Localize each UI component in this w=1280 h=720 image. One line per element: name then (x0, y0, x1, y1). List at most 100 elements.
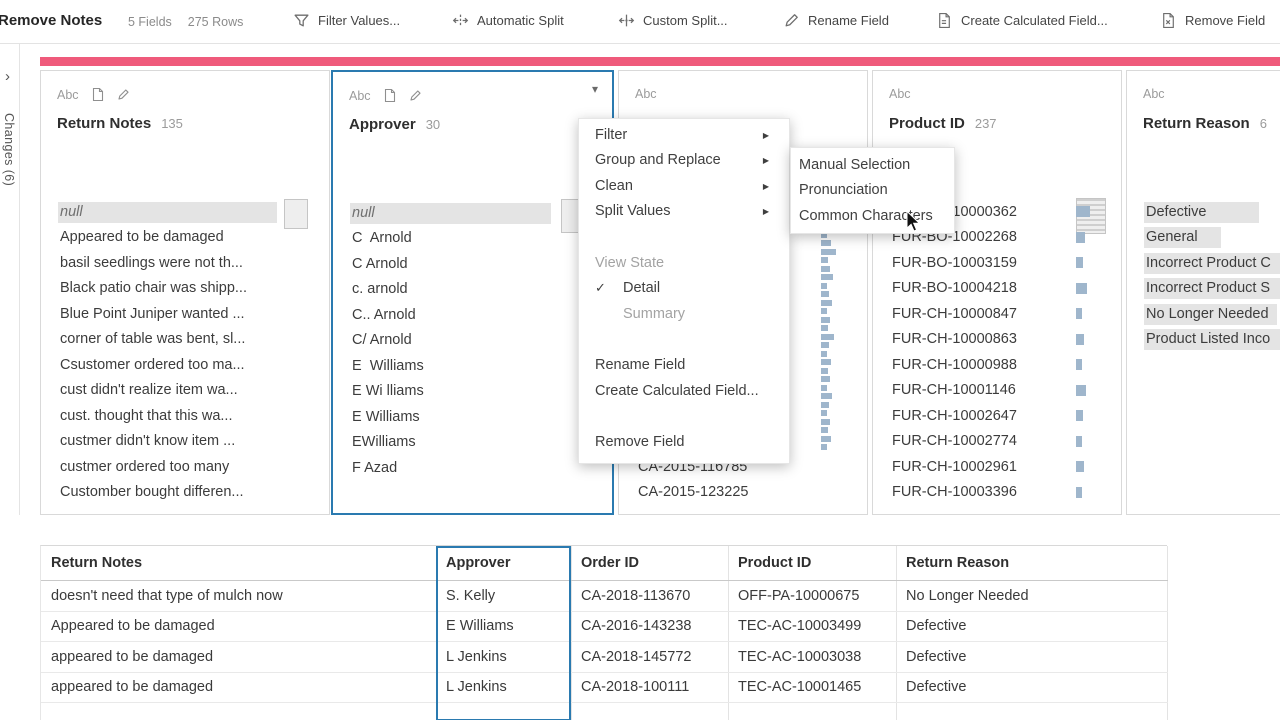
field-value-row[interactable]: basil seedlings were not th... (41, 250, 329, 276)
field-value-row[interactable]: Incorrect Product S (1127, 276, 1280, 302)
menu-item-create-calculated-field[interactable]: Create Calculated Field... (579, 378, 789, 404)
grid-cell[interactable]: CA-2018-100111 (571, 673, 728, 703)
field-value-row[interactable]: custmer ordered too many (41, 454, 329, 480)
field-value-row[interactable]: Appeared to be damaged (41, 225, 329, 251)
grid-header-product-id[interactable]: Product ID (728, 546, 896, 580)
toolbar-button-automatic-split[interactable]: Automatic Split (452, 12, 564, 29)
grid-cell[interactable]: TEC-AC-10003038 (728, 642, 896, 672)
grid-cell[interactable]: CA-2018-113670 (571, 581, 728, 611)
field-value-row[interactable]: corner of table was bent, sl... (41, 327, 329, 353)
field-value-row[interactable]: FUR-CH-10001146 (873, 378, 1121, 404)
field-value-row[interactable]: Defective (1127, 199, 1280, 225)
grid-cell[interactable]: CA-2018-145772 (571, 642, 728, 672)
menu-item-view-state: View State (579, 250, 789, 276)
toolbar-button-filter-values[interactable]: Filter Values... (293, 12, 400, 29)
grid-cell[interactable]: doesn't need that type of mulch now (41, 581, 436, 611)
field-value-row[interactable]: Black patio chair was shipp... (41, 276, 329, 302)
expand-chevron-icon[interactable]: › (0, 44, 19, 85)
field-value-row[interactable]: FUR-CH-10000863 (873, 327, 1121, 353)
edit-pencil-icon[interactable] (117, 87, 131, 102)
value-text: custmer ordered too many (58, 459, 229, 475)
field-value-row[interactable]: E Williams (333, 353, 612, 379)
field-value-row[interactable]: FUR-CH-10000847 (873, 301, 1121, 327)
menu-item-split-values[interactable]: Split Values▶ (579, 199, 789, 225)
field-value-row[interactable]: CA-2015-123225 (619, 480, 867, 506)
field-value-row[interactable]: c. arnold (333, 277, 612, 303)
menu-item-clean[interactable]: Clean▶ (579, 173, 789, 199)
field-value-row[interactable]: FUR-CH-10000988 (873, 352, 1121, 378)
menu-item-rename-field[interactable]: Rename Field (579, 353, 789, 379)
field-value-row[interactable]: E Wi lliams (333, 379, 612, 405)
menu-item-remove-field[interactable]: Remove Field (579, 430, 789, 456)
grid-cell[interactable]: TEC-AC-10001465 (728, 673, 896, 703)
field-value-row[interactable]: E Williams (333, 404, 612, 430)
submenu-item-manual-selection[interactable]: Manual Selection (791, 152, 954, 178)
grid-cell[interactable]: L Jenkins (436, 673, 571, 703)
grid-header-order-id[interactable]: Order ID (571, 546, 728, 580)
grid-header-return-notes[interactable]: Return Notes (41, 546, 436, 580)
grid-cell[interactable]: Appeared to be damaged (41, 612, 436, 642)
field-value-row[interactable]: General (1127, 225, 1280, 251)
field-value-row[interactable]: Product Listed Inco (1127, 327, 1280, 353)
profile-card-return-reason[interactable]: AbcReturn Reason6DefectiveGeneralIncorre… (1126, 70, 1280, 515)
field-value-row[interactable]: FUR-CH-10002774 (873, 429, 1121, 455)
file-icon[interactable] (383, 88, 397, 103)
grid-cell[interactable]: CA-2016-143238 (571, 612, 728, 642)
grid-cell[interactable]: appeared to be damaged (41, 673, 436, 703)
toolbar-button-remove-field[interactable]: Remove Field (1160, 12, 1265, 29)
menu-item-detail[interactable]: ✓Detail (579, 276, 789, 302)
grid-header-return-reason[interactable]: Return Reason (896, 546, 1168, 580)
grid-cell[interactable]: appeared to be damaged (41, 642, 436, 672)
toolbar-button-rename-field[interactable]: Rename Field (783, 12, 889, 29)
field-value-row[interactable]: No Longer Needed (1127, 301, 1280, 327)
field-value-row[interactable]: null (333, 200, 612, 226)
grid-cell[interactable]: Defective (896, 642, 1168, 672)
changes-tab[interactable]: Changes (6) (2, 113, 16, 186)
grid-cell[interactable]: OFF-PA-10000675 (728, 581, 896, 611)
grid-cell[interactable]: S. Kelly (436, 581, 571, 611)
field-value-row[interactable]: FUR-CH-10003396 (873, 480, 1121, 506)
field-value-row[interactable]: Blue Point Juniper wanted ... (41, 301, 329, 327)
profile-card-product-id[interactable]: AbcProduct ID237FUR-BO-10000362FUR-BO-10… (872, 70, 1122, 515)
profile-card-return-notes[interactable]: AbcReturn Notes135nullAppeared to be dam… (40, 70, 330, 515)
field-value-row[interactable]: Customber bought differen... (41, 480, 329, 506)
field-value-row[interactable]: FUR-BO-10003159 (873, 250, 1121, 276)
field-value-row[interactable]: Incorrect Product C (1127, 250, 1280, 276)
grid-cell[interactable]: L Jenkins (436, 642, 571, 672)
grid-cell[interactable]: E Williams (436, 612, 571, 642)
field-value-row[interactable]: EWilliams (333, 430, 612, 456)
menu-item-summary[interactable]: Summary (579, 301, 789, 327)
edit-pencil-icon[interactable] (409, 88, 423, 103)
grid-cell[interactable]: Defective (896, 673, 1168, 703)
field-value-row[interactable]: null (41, 199, 329, 225)
field-value-row[interactable]: FUR-BO-10004218 (873, 276, 1121, 302)
field-menu-caret-icon[interactable]: ▾ (592, 82, 598, 96)
value-text: C/ Arnold (350, 332, 412, 348)
grid-cell[interactable]: TEC-AC-10003499 (728, 612, 896, 642)
field-value-row[interactable]: cust. thought that this wa... (41, 403, 329, 429)
field-value-row[interactable]: cust didn't realize item wa... (41, 378, 329, 404)
field-value-row[interactable]: Csustomer ordered too ma... (41, 352, 329, 378)
field-value-row[interactable]: custmer didn't know item ... (41, 429, 329, 455)
grid-cell[interactable]: No Longer Needed (896, 581, 1168, 611)
field-value-row[interactable]: C.. Arnold (333, 302, 612, 328)
submenu-arrow-icon: ▶ (763, 182, 769, 191)
field-value-row[interactable]: C Arnold (333, 251, 612, 277)
grid-header-approver[interactable]: Approver (436, 546, 571, 580)
field-value-row[interactable]: C/ Arnold (333, 328, 612, 354)
toolbar-button-custom-split[interactable]: Custom Split... (618, 12, 728, 29)
field-value-row[interactable]: F Azad (333, 455, 612, 481)
toolbar-button-create-calculated-field[interactable]: Create Calculated Field... (936, 12, 1108, 29)
menu-item-group-and-replace[interactable]: Group and Replace▶ (579, 148, 789, 174)
submenu-arrow-icon: ▶ (763, 207, 769, 216)
submenu-item-pronunciation[interactable]: Pronunciation (791, 178, 954, 204)
field-value-row[interactable]: C Arnold (333, 226, 612, 252)
submenu-item-common-characters[interactable]: Common Characters (791, 203, 954, 229)
grid-cell[interactable]: Defective (896, 612, 1168, 642)
field-value-row[interactable]: FUR-CH-10002647 (873, 403, 1121, 429)
field-value-row[interactable]: FUR-CH-10002961 (873, 454, 1121, 480)
file-icon[interactable] (91, 87, 105, 102)
profile-card-approver[interactable]: Abc▾Approver30▾nullC ArnoldC Arnoldc. ar… (331, 70, 614, 515)
auto-split-icon (452, 12, 469, 29)
menu-item-filter[interactable]: Filter▶ (579, 122, 789, 148)
